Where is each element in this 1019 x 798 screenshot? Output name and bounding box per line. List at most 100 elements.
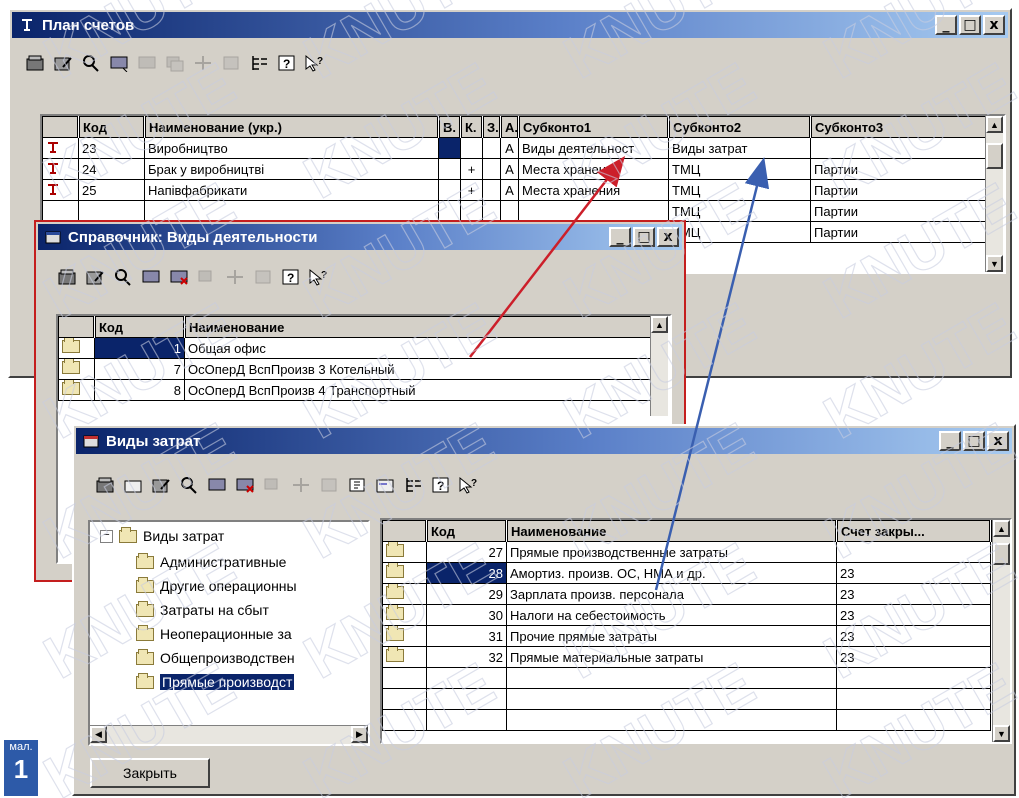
search-icon[interactable]: [178, 474, 200, 496]
table-row[interactable]: 32 Прямые материальные затраты 23: [382, 646, 991, 668]
context-help-icon[interactable]: ?: [304, 52, 326, 74]
scroll-thumb[interactable]: [993, 543, 1010, 565]
col-header-subkonto3[interactable]: Субконто3: [810, 116, 990, 138]
table-row[interactable]: 27 Прямые производственные затраты: [382, 541, 991, 563]
add-row-icon[interactable]: [108, 52, 130, 74]
item-icon: [386, 647, 404, 662]
minimize-button[interactable]: _: [935, 15, 957, 35]
help-icon[interactable]: ?: [276, 52, 298, 74]
col-header-account[interactable]: Счет закры...: [836, 520, 992, 542]
table-row[interactable]: 7 ОсОперД ВспПроизв 3 Котельный: [58, 358, 655, 380]
sprav-vertical-scrollbar[interactable]: ▲: [650, 316, 668, 416]
zatr-titlebar[interactable]: Виды затрат _ □ x: [76, 428, 1012, 454]
tree-item[interactable]: Другие операционны: [136, 576, 297, 594]
edit-icon[interactable]: [52, 52, 74, 74]
empty-cell: [506, 709, 837, 731]
tree-item[interactable]: Административные: [136, 552, 286, 570]
scroll-up-icon[interactable]: ▲: [651, 316, 668, 333]
scroll-left-icon[interactable]: ◀: [90, 726, 107, 743]
delete-row-icon[interactable]: [168, 266, 190, 288]
empty-row: [382, 667, 991, 689]
col-header-name[interactable]: Наименование: [506, 520, 838, 542]
close-window-button[interactable]: Закрыть: [90, 758, 210, 788]
cell-code: 24: [78, 158, 145, 180]
level-up-icon[interactable]: [346, 474, 368, 496]
scroll-up-icon[interactable]: ▲: [993, 520, 1010, 537]
col-header-name[interactable]: Наименование (укр.): [144, 116, 440, 138]
help-icon[interactable]: ?: [430, 474, 452, 496]
col-header-name[interactable]: Наименование: [184, 316, 656, 338]
hierarchy-icon[interactable]: [402, 474, 424, 496]
col-header-code[interactable]: Код: [94, 316, 186, 338]
plan-titlebar[interactable]: План счетов _ □ x: [12, 12, 1008, 38]
close-button[interactable]: x: [657, 227, 679, 247]
new-icon[interactable]: [24, 52, 46, 74]
search-icon[interactable]: [112, 266, 134, 288]
help-icon[interactable]: ?: [280, 266, 302, 288]
zatr-vertical-scrollbar[interactable]: ▲ ▼: [992, 520, 1010, 742]
table-row[interactable]: 30 Налоги на себестоимость 23: [382, 604, 991, 626]
col-header-z[interactable]: З.: [482, 116, 502, 138]
scroll-thumb[interactable]: [986, 143, 1003, 169]
table-row[interactable]: ТМЦ Партии: [42, 200, 989, 222]
col-header-subkonto1[interactable]: Субконто1: [518, 116, 670, 138]
table-row[interactable]: 24 Брак у виробництві + А Места хранения ТМЦ П…: [42, 158, 989, 180]
plan-vertical-scrollbar[interactable]: ▲ ▼: [985, 116, 1003, 272]
edit-icon[interactable]: [150, 474, 172, 496]
col-header-k[interactable]: К.: [460, 116, 484, 138]
tree-item[interactable]: Прямые производст: [136, 672, 295, 690]
tree-item[interactable]: Общепроизводствен: [136, 648, 295, 666]
table-row[interactable]: 31 Прочие прямые затраты 23: [382, 625, 991, 647]
tree-root[interactable]: − Виды затрат: [100, 526, 224, 544]
tree-item-label: Неоперационные за: [160, 626, 292, 642]
cell-code: 28: [426, 562, 507, 584]
scroll-down-icon[interactable]: ▼: [986, 255, 1003, 272]
maximize-button[interactable]: □: [633, 227, 655, 247]
tree-item[interactable]: Затраты на сбыт: [136, 600, 269, 618]
table-row[interactable]: 8 ОсОперД ВспПроизв 4 Транспортный: [58, 379, 655, 401]
close-button[interactable]: x: [983, 15, 1005, 35]
table-row[interactable]: 25 Напівфабрикати + А Места хранения ТМЦ Парти…: [42, 179, 989, 201]
scroll-down-icon[interactable]: ▼: [993, 725, 1010, 742]
context-help-icon[interactable]: ?: [458, 474, 480, 496]
plan-header-row: Код Наименование (укр.) В. К. З. А. Субк…: [42, 116, 990, 138]
context-help-icon[interactable]: ?: [308, 266, 330, 288]
cell-v: [438, 158, 461, 180]
table-row[interactable]: 28 Амортиз. произв. ОС, НМА и др. 23: [382, 562, 991, 584]
scroll-up-icon[interactable]: ▲: [986, 116, 1003, 133]
maximize-button[interactable]: □: [959, 15, 981, 35]
zatr-tree[interactable]: − Виды затрат Административные Другие опе…: [88, 520, 370, 746]
sprav-titlebar[interactable]: Справочник: Виды деятельности _ □ x: [38, 224, 682, 250]
close-button[interactable]: x: [987, 431, 1009, 451]
zatr-grid[interactable]: Код Наименование Счет закры... 27 Прямые …: [380, 518, 1012, 744]
col-header-subkonto2[interactable]: Субконто2: [668, 116, 812, 138]
add-row-icon[interactable]: [140, 266, 162, 288]
tree-hscrollbar[interactable]: ◀ ▶: [90, 725, 368, 744]
col-header-v[interactable]: В.: [438, 116, 462, 138]
tree-item-label: Затраты на сбыт: [160, 602, 269, 618]
collapse-icon[interactable]: −: [100, 529, 113, 543]
cell-name: Прямые материальные затраты: [506, 646, 837, 668]
minimize-button[interactable]: _: [939, 431, 961, 451]
add-row-icon[interactable]: [206, 474, 228, 496]
table-row[interactable]: 23 Виробництво А Виды деятельност Виды затра…: [42, 137, 989, 159]
search-icon[interactable]: [80, 52, 102, 74]
tree-item[interactable]: Неоперационные за: [136, 624, 292, 642]
new-icon[interactable]: [56, 266, 78, 288]
col-header-code[interactable]: Код: [426, 520, 508, 542]
tree-view-icon[interactable]: [374, 474, 396, 496]
new-folder-icon[interactable]: [122, 474, 144, 496]
new-icon[interactable]: [94, 474, 116, 496]
maximize-button[interactable]: □: [963, 431, 985, 451]
delete-row-icon[interactable]: [234, 474, 256, 496]
empty-cell: [382, 667, 427, 689]
scroll-right-icon[interactable]: ▶: [351, 726, 368, 743]
col-header-a[interactable]: А.: [500, 116, 520, 138]
minimize-button[interactable]: _: [609, 227, 631, 247]
table-row[interactable]: 29 Зарплата произв. персонала 23: [382, 583, 991, 605]
svg-text:?: ?: [317, 56, 323, 67]
col-header-code[interactable]: Код: [78, 116, 146, 138]
hierarchy-icon[interactable]: [248, 52, 270, 74]
table-row[interactable]: 1 Общая офис: [58, 337, 655, 359]
edit-icon[interactable]: [84, 266, 106, 288]
